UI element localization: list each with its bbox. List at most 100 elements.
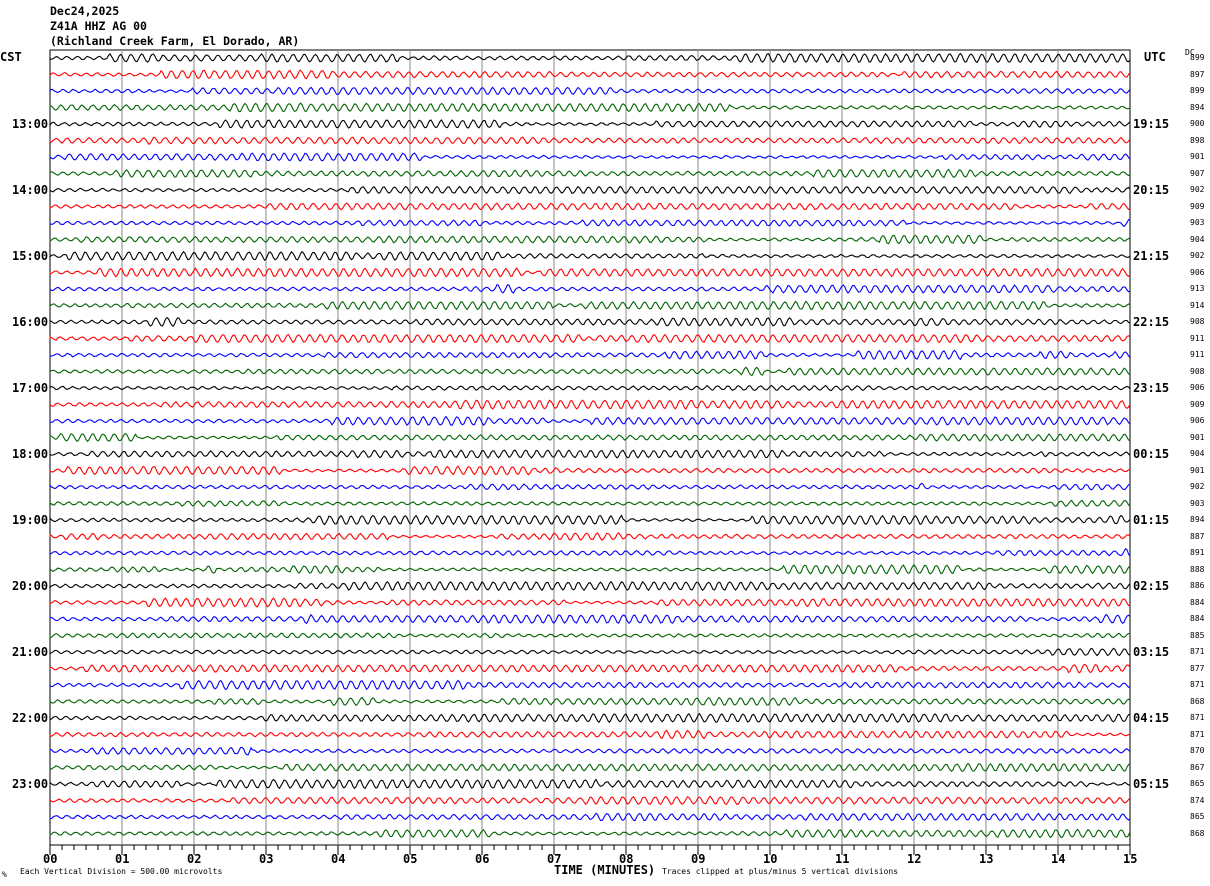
seismic-trace bbox=[49, 647, 1131, 657]
dc-offset-value: 871 bbox=[1190, 713, 1205, 722]
utc-time-label: 02:15 bbox=[1133, 579, 1170, 593]
utc-time-label: 03:15 bbox=[1133, 645, 1170, 659]
utc-time-label: 01:15 bbox=[1133, 513, 1170, 527]
seismic-trace bbox=[49, 729, 1131, 740]
seismic-trace bbox=[49, 712, 1131, 724]
seismic-trace bbox=[49, 300, 1131, 311]
dc-offset-value: 902 bbox=[1190, 251, 1205, 260]
seismic-trace bbox=[49, 415, 1131, 426]
dc-offset-value: 865 bbox=[1190, 812, 1205, 821]
seismic-trace bbox=[49, 762, 1131, 773]
cst-time-label: 19:00 bbox=[12, 513, 49, 527]
dc-offset-value: 901 bbox=[1190, 465, 1205, 475]
dc-offset-value: 904 bbox=[1190, 234, 1205, 244]
seismic-trace bbox=[49, 86, 1131, 96]
dc-offset-value: 906 bbox=[1190, 383, 1205, 392]
dc-offset-value: 902 bbox=[1190, 482, 1205, 491]
seismic-trace bbox=[49, 52, 1131, 64]
dc-offset-value: 884 bbox=[1190, 597, 1205, 607]
seismic-trace bbox=[49, 267, 1131, 278]
cst-time-label: 14:00 bbox=[12, 183, 49, 197]
x-axis-label: TIME (MINUTES) bbox=[554, 863, 656, 877]
dc-offset-value: 868 bbox=[1190, 828, 1205, 838]
seismic-trace bbox=[49, 465, 1131, 476]
seismic-trace bbox=[49, 136, 1131, 146]
seismic-trace bbox=[49, 316, 1131, 328]
seismic-trace bbox=[49, 547, 1131, 557]
dc-offset-value: 913 bbox=[1190, 284, 1205, 293]
dc-offset-value: 902 bbox=[1190, 185, 1205, 194]
seismic-trace bbox=[49, 613, 1131, 625]
cst-time-label: 23:00 bbox=[12, 777, 49, 791]
seismic-trace bbox=[49, 795, 1131, 806]
seismic-trace bbox=[49, 482, 1130, 491]
seismic-trace bbox=[49, 449, 1131, 459]
cst-time-label: 13:00 bbox=[12, 117, 49, 131]
seismic-trace bbox=[49, 185, 1131, 195]
utc-time-label: 04:15 bbox=[1133, 711, 1170, 725]
seismic-trace bbox=[49, 102, 1131, 113]
x-tick-label: 06 bbox=[475, 852, 490, 866]
x-tick-label: 04 bbox=[331, 852, 346, 866]
seismic-trace bbox=[49, 514, 1131, 526]
dc-offset-value: 909 bbox=[1190, 399, 1205, 409]
seismic-trace bbox=[49, 168, 1131, 179]
x-tick-label: 01 bbox=[115, 852, 130, 866]
dc-offset-value: 874 bbox=[1190, 795, 1205, 805]
dc-offset-value: 900 bbox=[1190, 119, 1205, 128]
x-tick-label: 00 bbox=[43, 852, 58, 866]
seismic-trace bbox=[49, 663, 1131, 674]
dc-offset-value: 868 bbox=[1190, 696, 1205, 706]
seismic-trace bbox=[49, 828, 1131, 839]
seismic-trace bbox=[49, 632, 1131, 639]
x-tick-label: 13 bbox=[979, 852, 994, 866]
dc-offset-value: 886 bbox=[1190, 581, 1205, 590]
seismic-trace bbox=[49, 812, 1131, 822]
dc-offset-value: 871 bbox=[1190, 729, 1205, 739]
seismic-trace bbox=[49, 333, 1131, 344]
dc-offset-value: 901 bbox=[1190, 432, 1205, 442]
dc-offset-value: 899 bbox=[1190, 53, 1205, 62]
helicorder-plot bbox=[49, 49, 1131, 855]
dc-offset-value: 906 bbox=[1190, 416, 1205, 425]
dc-offset-value: 911 bbox=[1190, 333, 1205, 343]
cst-time-label: 17:00 bbox=[12, 381, 49, 395]
cst-time-label: 15:00 bbox=[12, 249, 49, 263]
seismic-trace bbox=[49, 399, 1131, 410]
seismic-trace bbox=[49, 152, 1131, 162]
cst-time-label: 18:00 bbox=[12, 447, 49, 461]
seismic-trace bbox=[49, 366, 1131, 377]
dc-offset-value: 871 bbox=[1190, 680, 1205, 689]
seismic-trace bbox=[49, 202, 1131, 211]
seismic-trace bbox=[49, 250, 1131, 262]
dc-offset-value: 901 bbox=[1190, 152, 1205, 161]
utc-time-label: 00:15 bbox=[1133, 447, 1170, 461]
seismic-trace bbox=[49, 69, 1131, 80]
dc-offset-value: 865 bbox=[1190, 779, 1205, 788]
seismic-trace bbox=[49, 580, 1131, 592]
seismic-trace bbox=[49, 564, 1131, 575]
utc-time-label: 21:15 bbox=[1133, 249, 1170, 263]
dc-offset-value: 904 bbox=[1190, 449, 1205, 458]
x-tick-label: 12 bbox=[907, 852, 922, 866]
dc-offset-value: 885 bbox=[1190, 630, 1205, 640]
cst-time-label: 16:00 bbox=[12, 315, 49, 329]
dc-offset-value: 897 bbox=[1190, 69, 1205, 79]
seismic-trace bbox=[49, 778, 1131, 790]
dc-offset-value: 871 bbox=[1190, 647, 1205, 656]
dc-offset-value: 906 bbox=[1190, 267, 1205, 277]
dc-offset-value: 884 bbox=[1190, 614, 1205, 623]
dc-offset-value: 888 bbox=[1190, 564, 1205, 574]
dc-offset-value: 867 bbox=[1190, 762, 1205, 772]
seismic-trace bbox=[49, 679, 1131, 691]
dc-offset-value: 877 bbox=[1190, 663, 1205, 673]
scale-note: Each Vertical Division = 500.00 microvol… bbox=[20, 867, 223, 876]
dc-offset-value: 914 bbox=[1190, 300, 1205, 310]
utc-time-label: 19:15 bbox=[1133, 117, 1170, 131]
x-tick-label: 10 bbox=[763, 852, 778, 866]
cst-time-label: 22:00 bbox=[12, 711, 49, 725]
seismic-trace bbox=[49, 433, 1131, 443]
logo-mark: % bbox=[2, 870, 7, 879]
x-tick-label: 11 bbox=[835, 852, 850, 866]
cst-time-label: 20:00 bbox=[12, 579, 49, 593]
